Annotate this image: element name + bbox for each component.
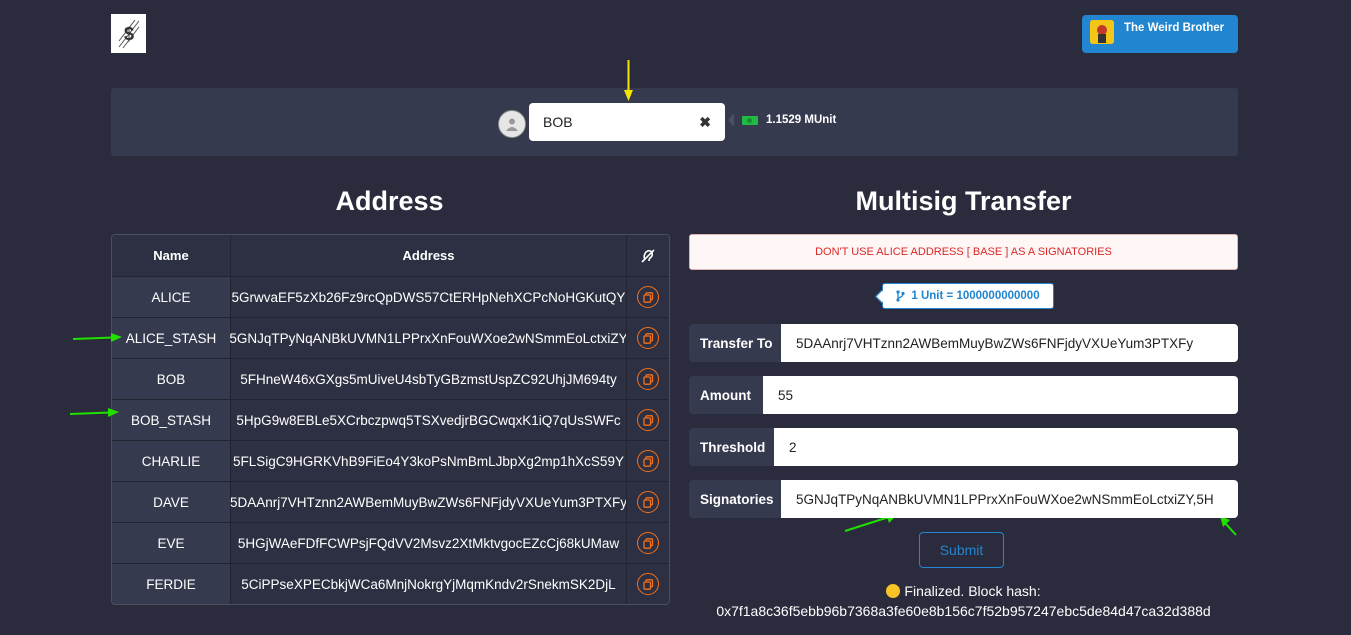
row-action-cell xyxy=(626,277,669,317)
copy-button[interactable] xyxy=(637,573,659,595)
multisig-section-title: Multisig Transfer xyxy=(855,186,1072,216)
copy-icon xyxy=(642,455,653,467)
annotation-arrow-bob-stash xyxy=(70,408,119,417)
row-name: BOB xyxy=(112,359,230,399)
signatories-label: Signatories xyxy=(689,480,781,518)
table-row: EVE 5HGjWAeFDfFCWPsjFQdVV2Msvz2XtMktvgoc… xyxy=(112,522,669,563)
code-branch-icon xyxy=(896,290,905,302)
table-row: BOB_STASH 5HpG9w8EBLe5XCrbczpwq5TSXvedjr… xyxy=(112,399,669,440)
copy-icon xyxy=(642,578,653,590)
money-icon xyxy=(742,115,758,125)
address-section-title: Address xyxy=(335,186,444,216)
block-hash: 0x7f1a8c36f5ebb96b7368a3fe60e8b156c7f52b… xyxy=(716,603,1211,619)
amount-label: Amount xyxy=(689,376,763,414)
dollar-logo-icon: $ xyxy=(118,19,139,48)
row-address: 5DAAnrj7VHTznn2AWBemMuyBwZWs6FNFjdyVXUeY… xyxy=(230,482,627,522)
row-name: FERDIE xyxy=(112,564,230,604)
copy-icon xyxy=(642,414,653,426)
row-name: ALICE_STASH xyxy=(112,318,230,358)
table-row: BOB 5FHneW46xGXgs5mUiveU4sbTyGBzmstUspZC… xyxy=(112,358,669,399)
transfer-to-input[interactable]: 5DAAnrj7VHTznn2AWBemMuyBwZWs6FNFjdyVXUeY… xyxy=(781,324,1238,362)
annotation-arrow-alice-stash xyxy=(73,333,122,342)
table-row: DAVE 5DAAnrj7VHTznn2AWBemMuyBwZWs6FNFjdy… xyxy=(112,481,669,522)
threshold-label: Threshold xyxy=(689,428,774,466)
row-address: 5FHneW46xGXgs5mUiveU4sbTyGBzmstUspZC92Uh… xyxy=(230,359,626,399)
warning-message: DON'T USE ALICE ADDRESS [ BASE ] AS A SI… xyxy=(689,234,1238,270)
amount-field: Amount 55 xyxy=(689,376,1238,414)
row-address: 5FLSigC9HGRKVhB9FiEo4Y3koPsNmBmLJbpXg2mp… xyxy=(230,441,626,481)
row-action-cell xyxy=(626,564,669,604)
row-address: 5HGjWAeFDfFCWPsjFQdVV2Msvz2XtMktvgocEZcC… xyxy=(230,523,626,563)
annotation-arrow-signatories-end xyxy=(1220,516,1237,536)
transfer-to-field: Transfer To 5DAAnrj7VHTznn2AWBemMuyBwZWs… xyxy=(689,324,1238,362)
table-row: ALICE_STASH 5GNJqTPyNqANBkUVMN1LPPrxXnFo… xyxy=(112,317,669,358)
amount-input[interactable]: 55 xyxy=(763,376,1238,414)
copy-button[interactable] xyxy=(637,491,659,513)
row-action-cell xyxy=(626,441,669,481)
unit-info-text: 1 Unit = 1000000000000 xyxy=(911,290,1040,302)
row-action-cell xyxy=(626,482,669,522)
copy-icon xyxy=(642,332,653,344)
row-action-cell xyxy=(626,523,669,563)
pointer-icon xyxy=(728,113,734,127)
copy-button[interactable] xyxy=(637,368,659,390)
status-message: Finalized. Block hash: xyxy=(689,583,1238,599)
unit-info-label: 1 Unit = 1000000000000 xyxy=(882,283,1054,309)
table-row: FERDIE 5CiPPseXPECbkjWCa6MnjNokrgYjMqmKn… xyxy=(112,563,669,604)
copy-button[interactable] xyxy=(637,286,659,308)
row-name: DAVE xyxy=(112,482,230,522)
row-name: EVE xyxy=(112,523,230,563)
app-logo[interactable]: $ xyxy=(111,14,146,53)
table-row: ALICE 5GrwvaEF5zXb26Fz9rcQpDWS57CtERHpNe… xyxy=(112,276,669,317)
copy-button[interactable] xyxy=(637,450,659,472)
row-name: ALICE xyxy=(112,277,230,317)
row-name: CHARLIE xyxy=(112,441,230,481)
column-header-action xyxy=(626,235,669,276)
selected-account-value: BOB xyxy=(543,114,573,130)
annotation-arrow-yellow xyxy=(624,60,633,101)
copy-icon xyxy=(642,537,653,549)
status-text: Finalized. Block hash: xyxy=(904,583,1041,599)
threshold-input[interactable]: 2 xyxy=(774,428,1238,466)
column-header-address: Address xyxy=(230,235,626,276)
copy-icon xyxy=(642,373,653,385)
threshold-field: Threshold 2 xyxy=(689,428,1238,466)
account-identicon xyxy=(498,110,526,138)
copy-button[interactable] xyxy=(637,532,659,554)
table-header-row: Name Address xyxy=(112,235,669,276)
copy-button[interactable] xyxy=(637,327,659,349)
column-header-name: Name xyxy=(112,235,230,276)
copy-icon xyxy=(642,291,653,303)
copy-icon xyxy=(642,496,653,508)
smiley-icon xyxy=(886,584,901,598)
row-action-cell xyxy=(626,359,669,399)
account-select[interactable]: BOB ✖ xyxy=(529,103,725,141)
signatories-input[interactable]: 5GNJqTPyNqANBkUVMN1LPPrxXnFouWXoe2wNSmmE… xyxy=(781,480,1238,518)
row-address: 5GNJqTPyNqANBkUVMN1LPPrxXnFouWXoe2wNSmmE… xyxy=(229,318,628,358)
user-avatar-icon xyxy=(1090,20,1114,44)
copy-button[interactable] xyxy=(637,409,659,431)
svg-text:$: $ xyxy=(123,24,133,44)
submit-button[interactable]: Submit xyxy=(919,532,1004,568)
row-address: 5GrwvaEF5zXb26Fz9rcQpDWS57CtERHpNehXCPcN… xyxy=(230,277,626,317)
address-table: Name Address ALICE 5GrwvaEF5zXb26Fz9rcQp… xyxy=(111,234,670,605)
balance-label: 1.1529 MUnit xyxy=(728,113,836,127)
no-hearing-icon xyxy=(641,248,655,263)
table-row: CHARLIE 5FLSigC9HGRKVhB9FiEo4Y3koPsNmBmL… xyxy=(112,440,669,481)
signatories-field: Signatories 5GNJqTPyNqANBkUVMN1LPPrxXnFo… xyxy=(689,480,1238,518)
row-action-cell xyxy=(626,318,669,358)
row-address: 5HpG9w8EBLe5XCrbczpwq5TSXvedjrBGCwqxK1iQ… xyxy=(230,400,626,440)
row-name: BOB_STASH xyxy=(112,400,230,440)
user-name: The Weird Brother xyxy=(1124,22,1225,34)
user-account-button[interactable]: The Weird Brother xyxy=(1082,15,1238,53)
row-address: 5CiPPseXPECbkjWCa6MnjNokrgYjMqmKndv2rSne… xyxy=(230,564,626,604)
clear-icon[interactable]: ✖ xyxy=(699,114,711,131)
transfer-to-label: Transfer To xyxy=(689,324,781,362)
row-action-cell xyxy=(626,400,669,440)
balance-value: 1.1529 MUnit xyxy=(766,114,837,126)
